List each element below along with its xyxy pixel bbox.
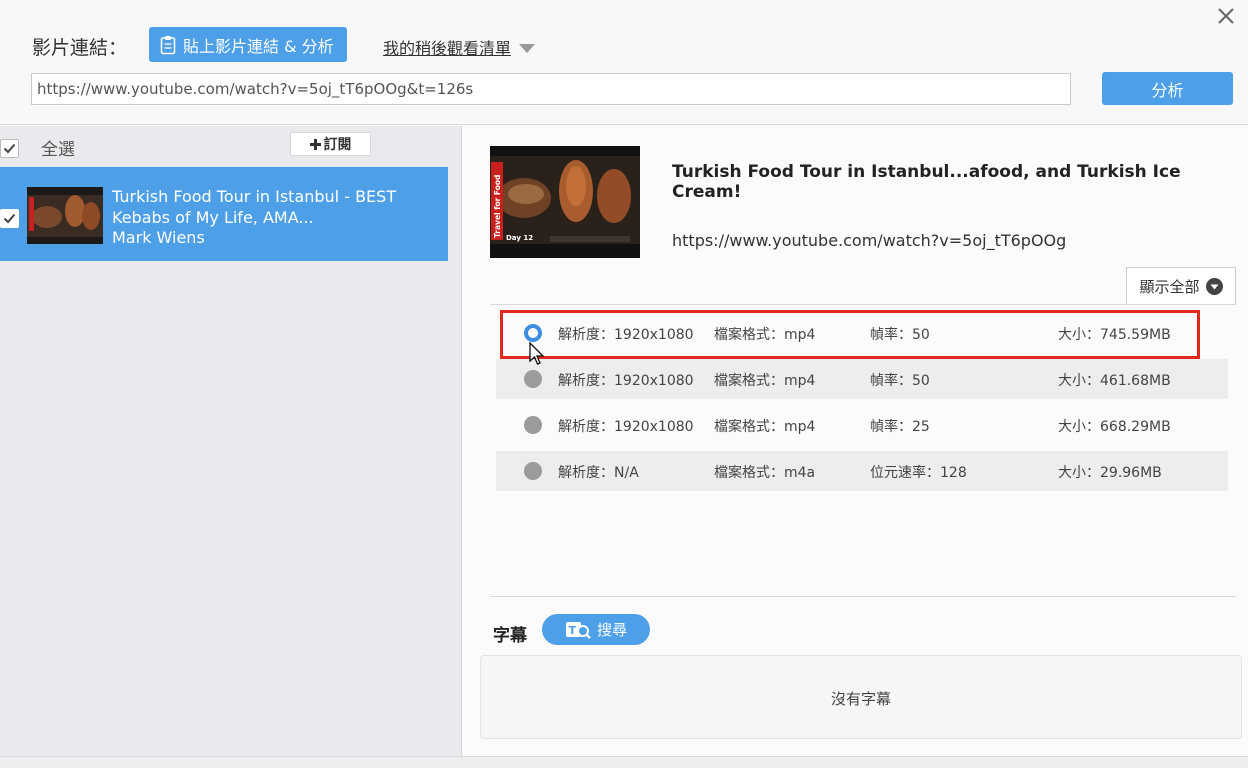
video-author: Mark Wiens [112,228,205,247]
format-rate: 幀率：50 [870,327,930,343]
format-rate: 幀率：25 [870,419,930,435]
format-radio[interactable] [524,416,542,434]
format-resolution: 解析度：1920x1080 [558,419,694,435]
video-list-panel: 全選 訂閱 Turkish Food Tour in Istanbul - BE… [0,126,462,756]
checkmark-icon [3,143,16,153]
chevron-down-circle-icon [1205,277,1223,295]
format-size: 大小：745.59MB [1058,327,1171,343]
bottom-bar [0,756,1248,768]
video-detail-url: https://www.youtube.com/watch?v=5oj_tT6p… [672,231,1067,250]
watch-later-dropdown[interactable]: 我的稍後觀看清單 [383,35,536,59]
format-type: 檔案格式：mp4 [714,373,816,389]
thumbnail-side-caption: Travel for Food [493,175,502,238]
subtitle-search-button[interactable]: T 搜尋 [542,614,650,645]
format-radio-selected[interactable] [524,324,542,342]
svg-text:T: T [568,624,576,637]
format-resolution: 解析度：N/A [558,465,639,481]
format-radio[interactable] [524,462,542,480]
close-icon[interactable] [1214,4,1238,28]
video-url-input[interactable] [31,73,1071,105]
analyze-button[interactable]: 分析 [1102,72,1233,105]
select-all-checkbox[interactable] [0,137,19,159]
subtitle-search-icon: T [565,621,591,639]
format-type: 檔案格式：m4a [714,465,816,481]
plus-icon [309,138,321,150]
format-size: 大小：29.96MB [1058,465,1162,481]
list-item[interactable]: Turkish Food Tour in Istanbul - BEST Keb… [0,167,448,261]
format-type: 檔案格式：mp4 [714,327,816,343]
thumbnail-day-caption: Day 12 [506,234,533,242]
subscribe-label: 訂閱 [323,137,352,153]
format-row[interactable]: 解析度：1920x1080 檔案格式：mp4 幀率：50 大小：461.68MB [496,359,1228,399]
top-bar: 影片連結： 貼上影片連結 & 分析 我的稍後觀看清單 分析 [0,0,1248,125]
format-row[interactable]: 解析度：N/A 檔案格式：m4a 位元速率：128 大小：29.96MB [496,451,1228,491]
checkmark-icon [3,213,16,224]
format-rate: 位元速率：128 [870,465,967,481]
format-size: 大小：668.29MB [1058,419,1171,435]
format-radio[interactable] [524,370,542,388]
checkbox-box [0,138,19,158]
video-thumbnail [27,187,103,244]
item-checkbox[interactable] [0,209,19,228]
format-resolution: 解析度：1920x1080 [558,327,694,343]
video-title: Turkish Food Tour in Istanbul - BEST Keb… [112,187,397,227]
subtitles-panel: 沒有字幕 [480,655,1242,739]
divider [490,596,1236,597]
video-link-label: 影片連結： [32,37,128,59]
subtitle-search-label: 搜尋 [596,621,627,639]
subscribe-button[interactable]: 訂閱 [290,132,371,156]
paste-link-analyze-label: 貼上影片連結 & 分析 [183,36,334,56]
video-detail-title: Turkish Food Tour in Istanbul...afood, a… [672,162,1181,202]
video-preview-image: Travel for Food Day 12 [490,146,640,258]
format-type: 檔案格式：mp4 [714,419,816,435]
select-all-label: 全選 [41,140,75,160]
format-row[interactable]: 解析度：1920x1080 檔案格式：mp4 幀率：50 大小：745.59MB [496,313,1228,353]
caret-down-icon [519,43,536,53]
clipboard-icon [160,35,176,54]
format-resolution: 解析度：1920x1080 [558,373,694,389]
analyze-label: 分析 [1151,80,1184,100]
mouse-cursor-icon [529,342,545,365]
subtitles-label: 字幕 [493,626,527,646]
format-rate: 幀率：50 [870,373,930,389]
format-row[interactable]: 解析度：1920x1080 檔案格式：mp4 幀率：25 大小：668.29MB [496,405,1228,445]
paste-link-analyze-button[interactable]: 貼上影片連結 & 分析 [149,27,347,62]
divider [490,304,1236,305]
show-all-label: 顯示全部 [1139,277,1200,296]
format-size: 大小：461.68MB [1058,373,1171,389]
no-subtitles-message: 沒有字幕 [830,690,891,708]
show-all-button[interactable]: 顯示全部 [1126,267,1236,304]
watch-later-label: 我的稍後觀看清單 [383,39,512,58]
